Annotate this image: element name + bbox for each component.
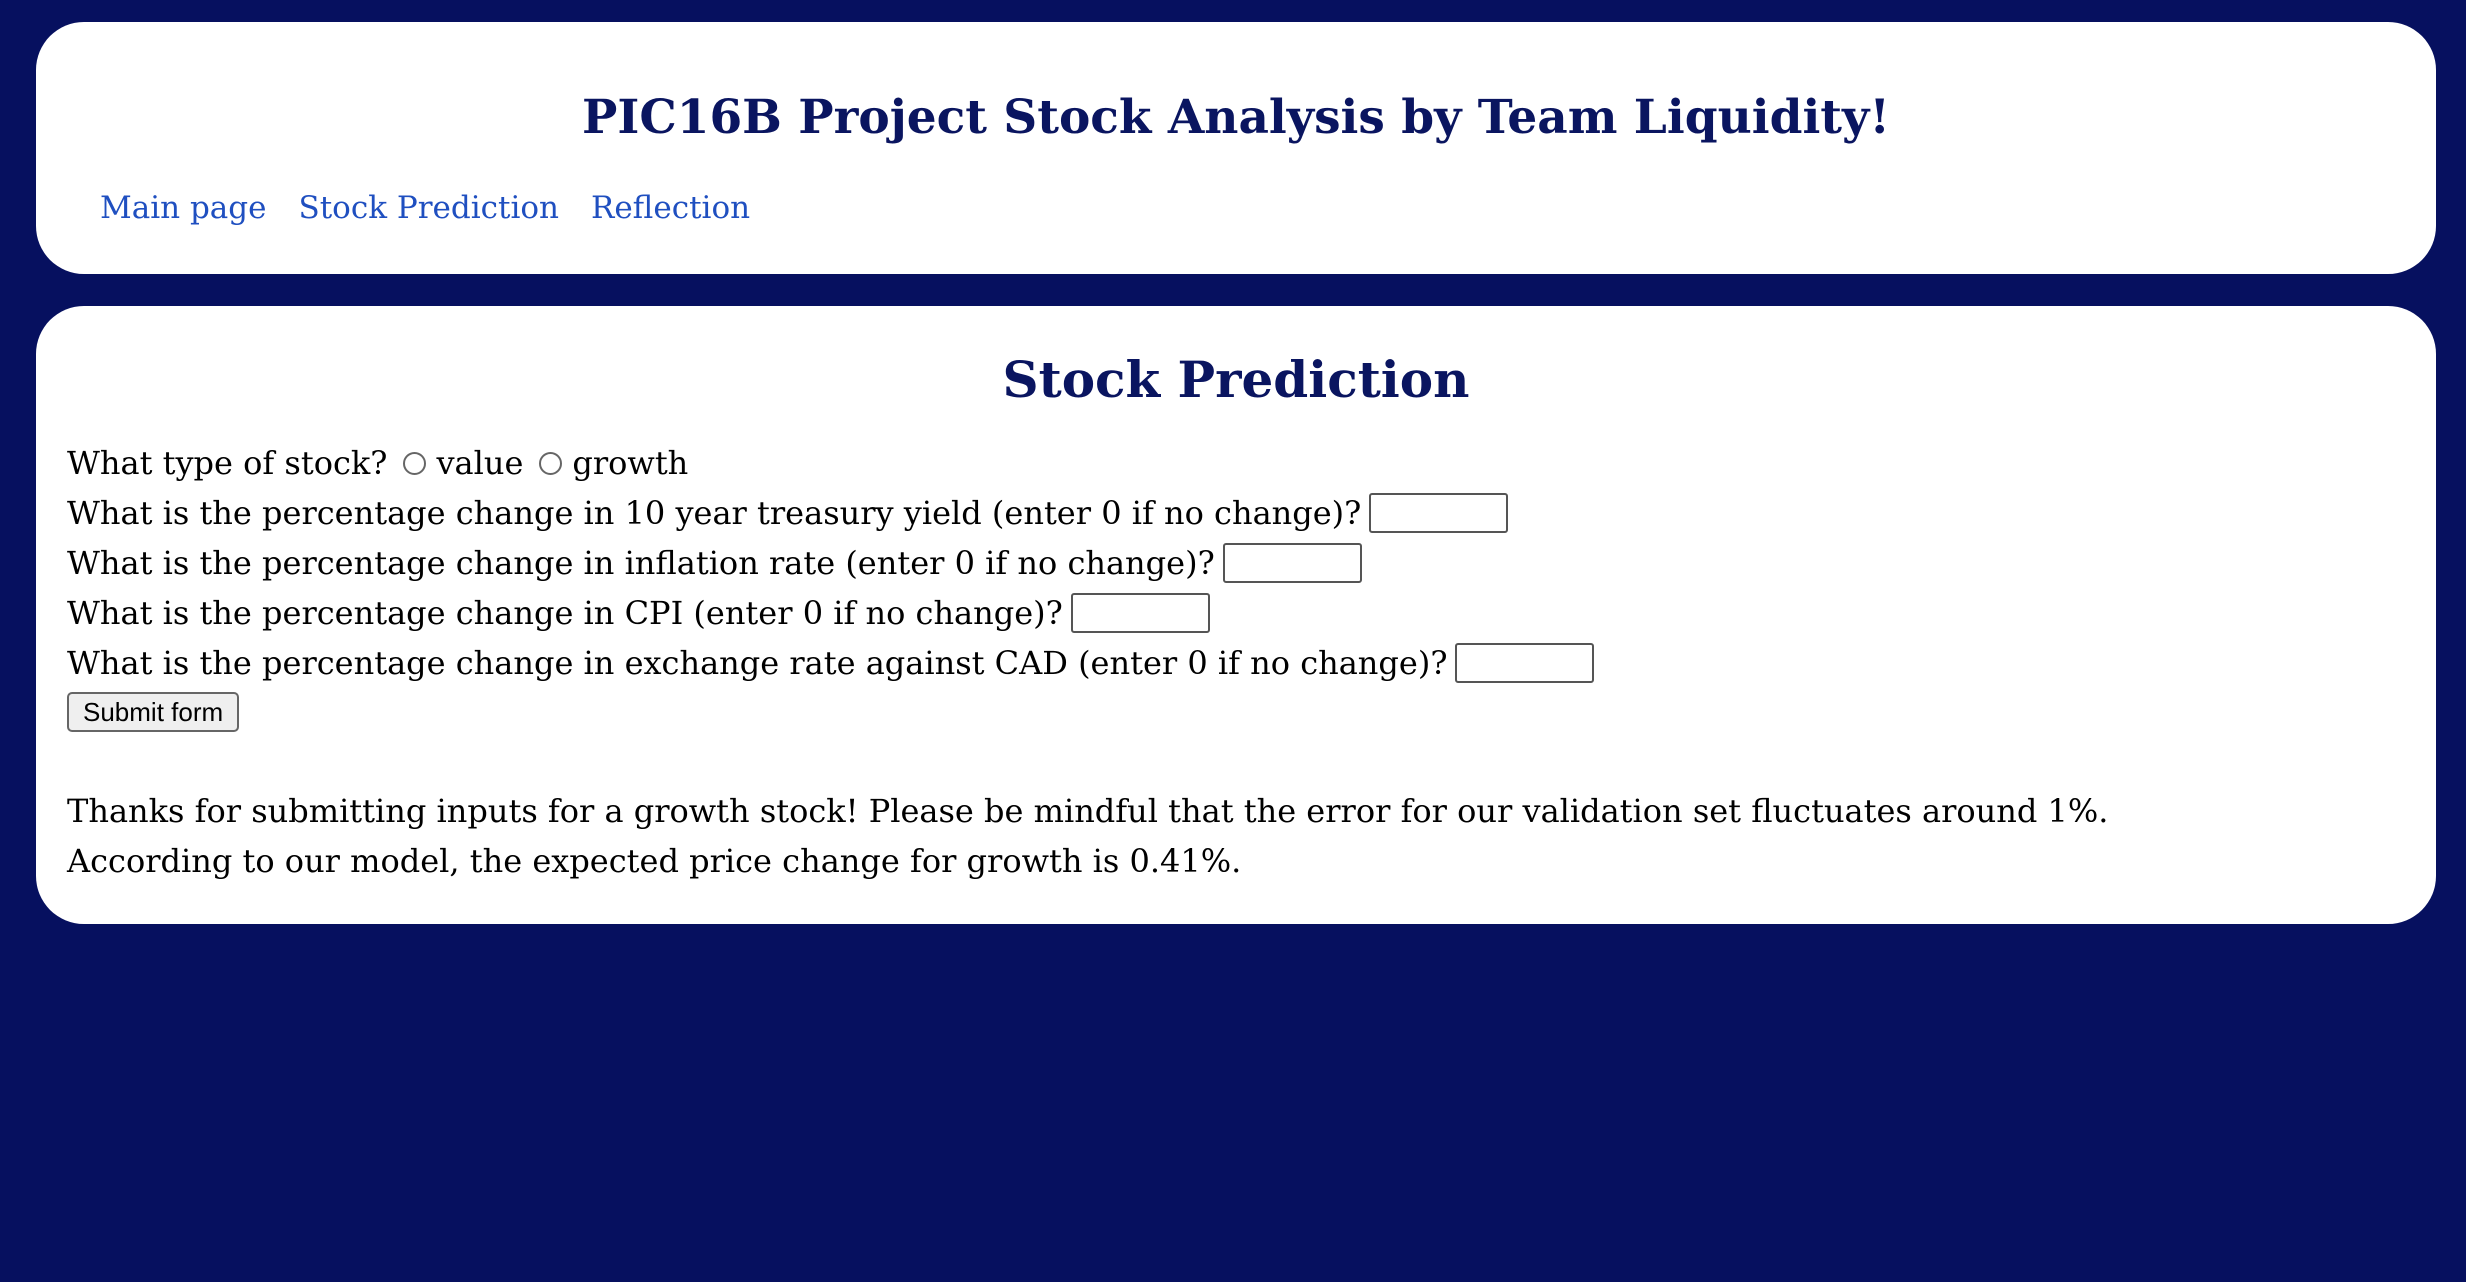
exchange-input[interactable] xyxy=(1455,643,1595,683)
treasury-row: What is the percentage change in 10 year… xyxy=(67,488,1594,538)
nav-link-stock-prediction[interactable]: Stock Prediction xyxy=(298,188,559,228)
growth-radio[interactable] xyxy=(539,451,563,475)
result-line-2: According to our model, the expected pri… xyxy=(67,842,1242,880)
site-title: PIC16B Project Stock Analysis by Team Li… xyxy=(582,90,1890,145)
submit-form-button[interactable]: Submit form xyxy=(67,692,240,732)
inflation-label: What is the percentage change in inflati… xyxy=(67,544,1215,582)
cpi-input[interactable] xyxy=(1070,593,1210,633)
cpi-label: What is the percentage change in CPI (en… xyxy=(67,594,1063,632)
result-line-1: Thanks for submitting inputs for a growt… xyxy=(67,792,2109,830)
cpi-row: What is the percentage change in CPI (en… xyxy=(67,588,1594,638)
stock-type-row: What type of stock? value growth xyxy=(67,438,1594,488)
value-radio-label[interactable]: value xyxy=(436,444,523,482)
header-card: PIC16B Project Stock Analysis by Team Li… xyxy=(36,22,2436,274)
prediction-form: What type of stock? value growth What is… xyxy=(67,438,1595,732)
treasury-input[interactable] xyxy=(1369,493,1509,533)
exchange-row: What is the percentage change in exchang… xyxy=(67,638,1595,688)
content-card: Stock Prediction What type of stock? val… xyxy=(36,306,2436,924)
page-title: Stock Prediction xyxy=(1002,350,1470,409)
nav-link-reflection[interactable]: Reflection xyxy=(591,188,750,228)
stock-type-label: What type of stock? xyxy=(67,444,388,482)
inflation-row: What is the percentage change in inflati… xyxy=(67,538,1594,588)
exchange-label: What is the percentage change in exchang… xyxy=(67,644,1448,682)
growth-radio-label[interactable]: growth xyxy=(572,444,688,482)
main-nav: Main page Stock Prediction Reflection xyxy=(100,188,750,228)
nav-link-main-page[interactable]: Main page xyxy=(100,188,266,228)
value-radio[interactable] xyxy=(403,451,427,475)
treasury-label: What is the percentage change in 10 year… xyxy=(67,494,1362,532)
result-message: Thanks for submitting inputs for a growt… xyxy=(67,786,2108,886)
inflation-input[interactable] xyxy=(1222,543,1362,583)
